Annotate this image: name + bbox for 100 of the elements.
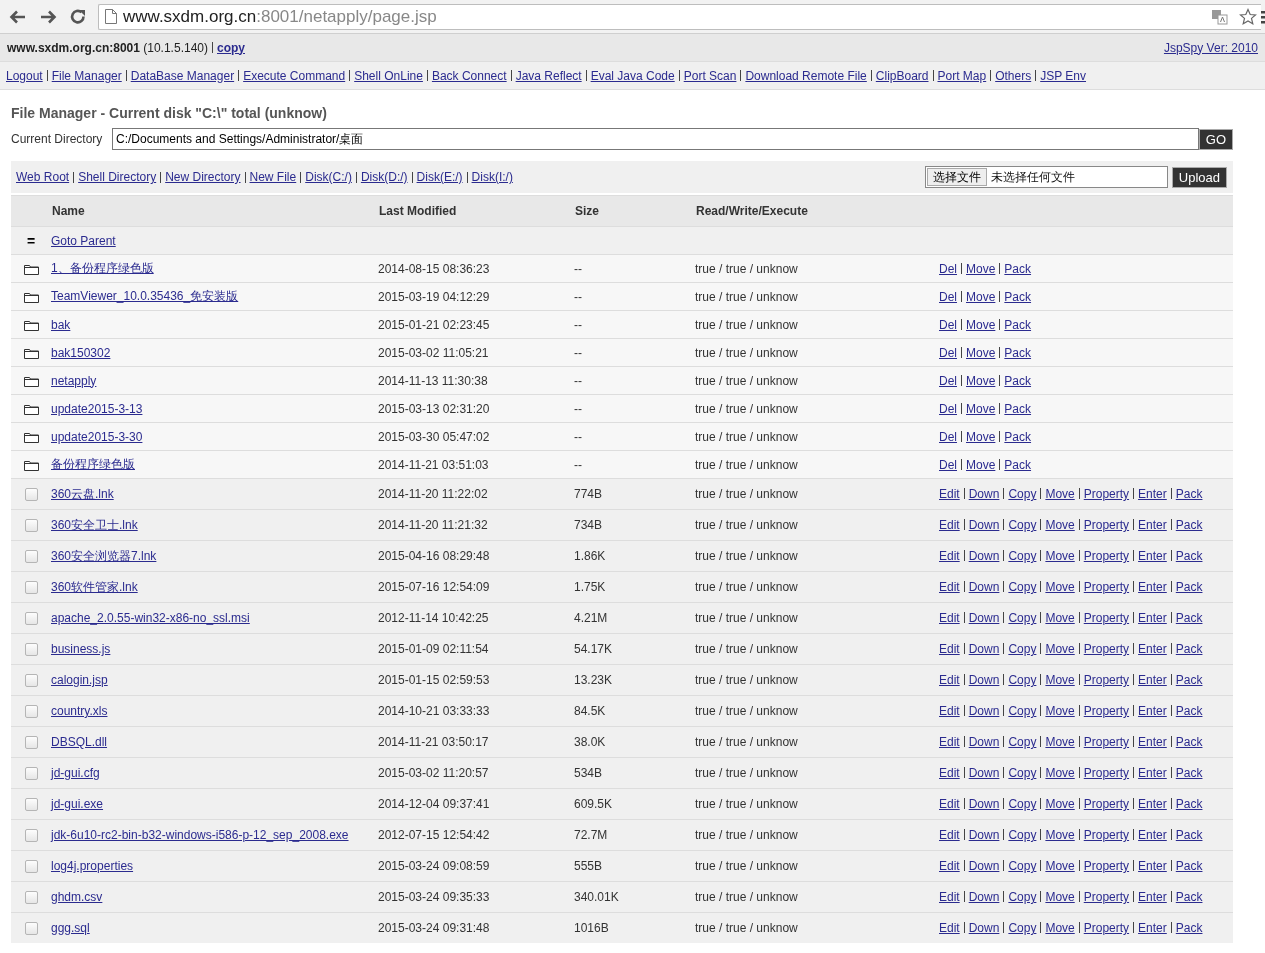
action-link[interactable]: Down <box>968 704 1000 718</box>
action-link[interactable]: Pack <box>1004 401 1032 416</box>
action-link[interactable]: Move <box>1045 921 1075 935</box>
action-link[interactable]: Pack <box>1175 580 1203 594</box>
action-link[interactable]: Move <box>1045 611 1075 625</box>
file-checkbox[interactable] <box>24 612 38 626</box>
file-name-link[interactable]: jd-gui.cfg <box>51 766 100 780</box>
action-link[interactable]: Copy <box>1008 580 1037 594</box>
file-checkbox[interactable] <box>24 860 38 874</box>
action-link[interactable]: Copy <box>1008 673 1037 687</box>
action-link[interactable]: Del <box>939 317 957 332</box>
nav-link[interactable]: Shell OnLine <box>354 68 423 83</box>
action-link[interactable]: Property <box>1083 549 1130 563</box>
file-name-link[interactable]: 备份程序绿色版 <box>51 457 135 471</box>
nav-link[interactable]: File Manager <box>51 68 122 83</box>
action-link[interactable]: Move <box>966 401 996 416</box>
action-link[interactable]: Pack <box>1004 345 1032 360</box>
parent-link[interactable]: Goto Parent <box>51 233 116 248</box>
action-link[interactable]: Down <box>968 859 1000 873</box>
action-link[interactable]: Edit <box>939 642 960 656</box>
action-link[interactable]: Enter <box>1138 704 1167 718</box>
action-link[interactable]: Move <box>1045 487 1075 501</box>
action-link[interactable]: Move <box>1045 673 1075 687</box>
copy-link[interactable]: copy <box>217 40 245 55</box>
action-link[interactable]: Pack <box>1175 518 1203 532</box>
action-link[interactable]: Property <box>1083 890 1130 904</box>
file-name-link[interactable]: country.xls <box>51 704 108 718</box>
file-checkbox[interactable] <box>24 705 38 719</box>
action-link[interactable]: Property <box>1083 828 1130 842</box>
action-link[interactable]: Down <box>968 518 1000 532</box>
action-link[interactable]: Property <box>1083 859 1130 873</box>
action-link[interactable]: Property <box>1083 487 1130 501</box>
nav-link[interactable]: ClipBoard <box>875 68 929 83</box>
file-name-link[interactable]: business.js <box>51 642 111 656</box>
action-link[interactable]: Copy <box>1008 735 1037 749</box>
action-link[interactable]: Edit <box>939 673 960 687</box>
action-link[interactable]: Edit <box>939 890 960 904</box>
file-checkbox[interactable] <box>24 891 38 905</box>
action-link[interactable]: Pack <box>1175 642 1203 656</box>
action-link[interactable]: Edit <box>939 611 960 625</box>
action-link[interactable]: Move <box>966 373 996 388</box>
action-link[interactable]: Edit <box>939 735 960 749</box>
file-name-link[interactable]: bak150302 <box>51 345 111 360</box>
action-link[interactable]: Move <box>966 457 996 472</box>
action-link[interactable]: Pack <box>1175 890 1203 904</box>
action-link[interactable]: Edit <box>939 580 960 594</box>
file-checkbox[interactable] <box>24 736 38 750</box>
action-link[interactable]: Property <box>1083 673 1130 687</box>
file-name-link[interactable]: log4j.properties <box>51 859 134 873</box>
action-link[interactable]: Copy <box>1008 487 1037 501</box>
action-link[interactable]: Move <box>966 289 996 304</box>
action-link[interactable]: Copy <box>1008 766 1037 780</box>
file-name-link[interactable]: bak <box>51 317 71 332</box>
file-name-link[interactable]: update2015-3-30 <box>51 429 143 444</box>
action-link[interactable]: Enter <box>1138 766 1167 780</box>
action-link[interactable]: Property <box>1083 921 1130 935</box>
action-link[interactable]: Move <box>1045 642 1075 656</box>
nav-link[interactable]: Port Map <box>937 68 987 83</box>
action-link[interactable]: Pack <box>1175 766 1203 780</box>
file-checkbox[interactable] <box>24 550 38 564</box>
action-link[interactable]: Edit <box>939 487 960 501</box>
action-link[interactable]: Pack <box>1175 735 1203 749</box>
action-link[interactable]: Down <box>968 735 1000 749</box>
file-checkbox[interactable] <box>24 674 38 688</box>
file-name-link[interactable]: 1、备份程序绿色版 <box>51 261 154 275</box>
toolbar-link[interactable]: Disk(C:/) <box>305 170 352 184</box>
file-name-link[interactable]: calogin.jsp <box>51 673 108 687</box>
nav-link[interactable]: Others <box>995 68 1032 83</box>
nav-link[interactable]: Eval Java Code <box>590 68 675 83</box>
action-link[interactable]: Property <box>1083 735 1130 749</box>
action-link[interactable]: Enter <box>1138 735 1167 749</box>
action-link[interactable]: Down <box>968 797 1000 811</box>
action-link[interactable]: Move <box>1045 518 1075 532</box>
action-link[interactable]: Edit <box>939 797 960 811</box>
action-link[interactable]: Property <box>1083 580 1130 594</box>
file-name-link[interactable]: netapply <box>51 373 97 388</box>
action-link[interactable]: Copy <box>1008 518 1037 532</box>
action-link[interactable]: Copy <box>1008 611 1037 625</box>
file-checkbox[interactable] <box>24 829 38 843</box>
action-link[interactable]: Enter <box>1138 518 1167 532</box>
action-link[interactable]: Edit <box>939 828 960 842</box>
action-link[interactable]: Enter <box>1138 642 1167 656</box>
file-name-link[interactable]: update2015-3-13 <box>51 401 143 416</box>
action-link[interactable]: Edit <box>939 704 960 718</box>
file-name-link[interactable]: ghdm.csv <box>51 890 103 904</box>
action-link[interactable]: Down <box>968 890 1000 904</box>
toolbar-link[interactable]: New File <box>249 170 297 184</box>
action-link[interactable]: Pack <box>1175 797 1203 811</box>
action-link[interactable]: Property <box>1083 766 1130 780</box>
action-link[interactable]: Down <box>968 642 1000 656</box>
action-link[interactable]: Enter <box>1138 673 1167 687</box>
nav-link[interactable]: Java Reflect <box>515 68 582 83</box>
action-link[interactable]: Del <box>939 457 957 472</box>
action-link[interactable]: Edit <box>939 518 960 532</box>
action-link[interactable]: Pack <box>1004 457 1032 472</box>
action-link[interactable]: Down <box>968 766 1000 780</box>
action-link[interactable]: Enter <box>1138 580 1167 594</box>
action-link[interactable]: Down <box>968 828 1000 842</box>
action-link[interactable]: Pack <box>1175 673 1203 687</box>
action-link[interactable]: Down <box>968 673 1000 687</box>
